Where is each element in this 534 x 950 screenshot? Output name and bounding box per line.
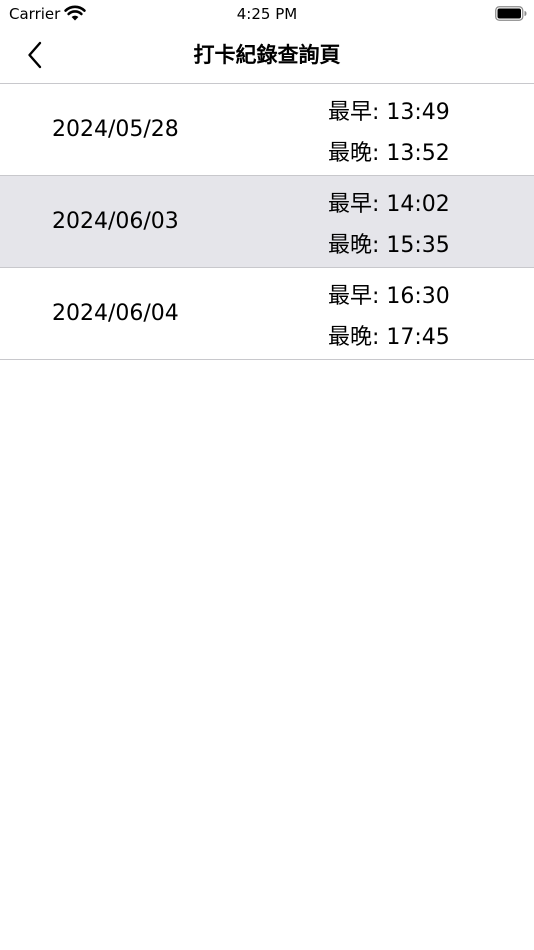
record-row[interactable]: 2024/06/03 最早: 14:02 最晚: 15:35: [0, 176, 534, 268]
record-times: 最早: 16:30 最晚: 17:45: [328, 276, 450, 358]
latest-time: 最晚: 15:35: [328, 233, 450, 258]
page-title: 打卡紀錄查詢頁: [193, 43, 341, 67]
record-times: 最早: 14:02 最晚: 15:35: [328, 184, 450, 266]
earliest-time: 最早: 16:30: [328, 284, 450, 309]
battery-icon: [495, 6, 527, 21]
earliest-time: 最早: 13:49: [328, 100, 450, 125]
record-date: 2024/06/03: [52, 209, 179, 234]
navigation-bar: 打卡紀錄查詢頁: [0, 28, 534, 84]
status-bar: Carrier 4:25 PM: [0, 0, 534, 28]
latest-time: 最晚: 17:45: [328, 325, 450, 350]
record-row[interactable]: 2024/05/28 最早: 13:49 最晚: 13:52: [0, 84, 534, 176]
record-date: 2024/05/28: [52, 117, 179, 142]
status-time: 4:25 PM: [236, 5, 298, 23]
record-times: 最早: 13:49 最晚: 13:52: [328, 92, 450, 174]
latest-time: 最晚: 13:52: [328, 141, 450, 166]
record-row[interactable]: 2024/06/04 最早: 16:30 最晚: 17:45: [0, 268, 534, 360]
record-date: 2024/06/04: [52, 301, 179, 326]
earliest-time: 最早: 14:02: [328, 192, 450, 217]
punch-record-list: 2024/05/28 最早: 13:49 最晚: 13:52 2024/06/0…: [0, 84, 534, 360]
